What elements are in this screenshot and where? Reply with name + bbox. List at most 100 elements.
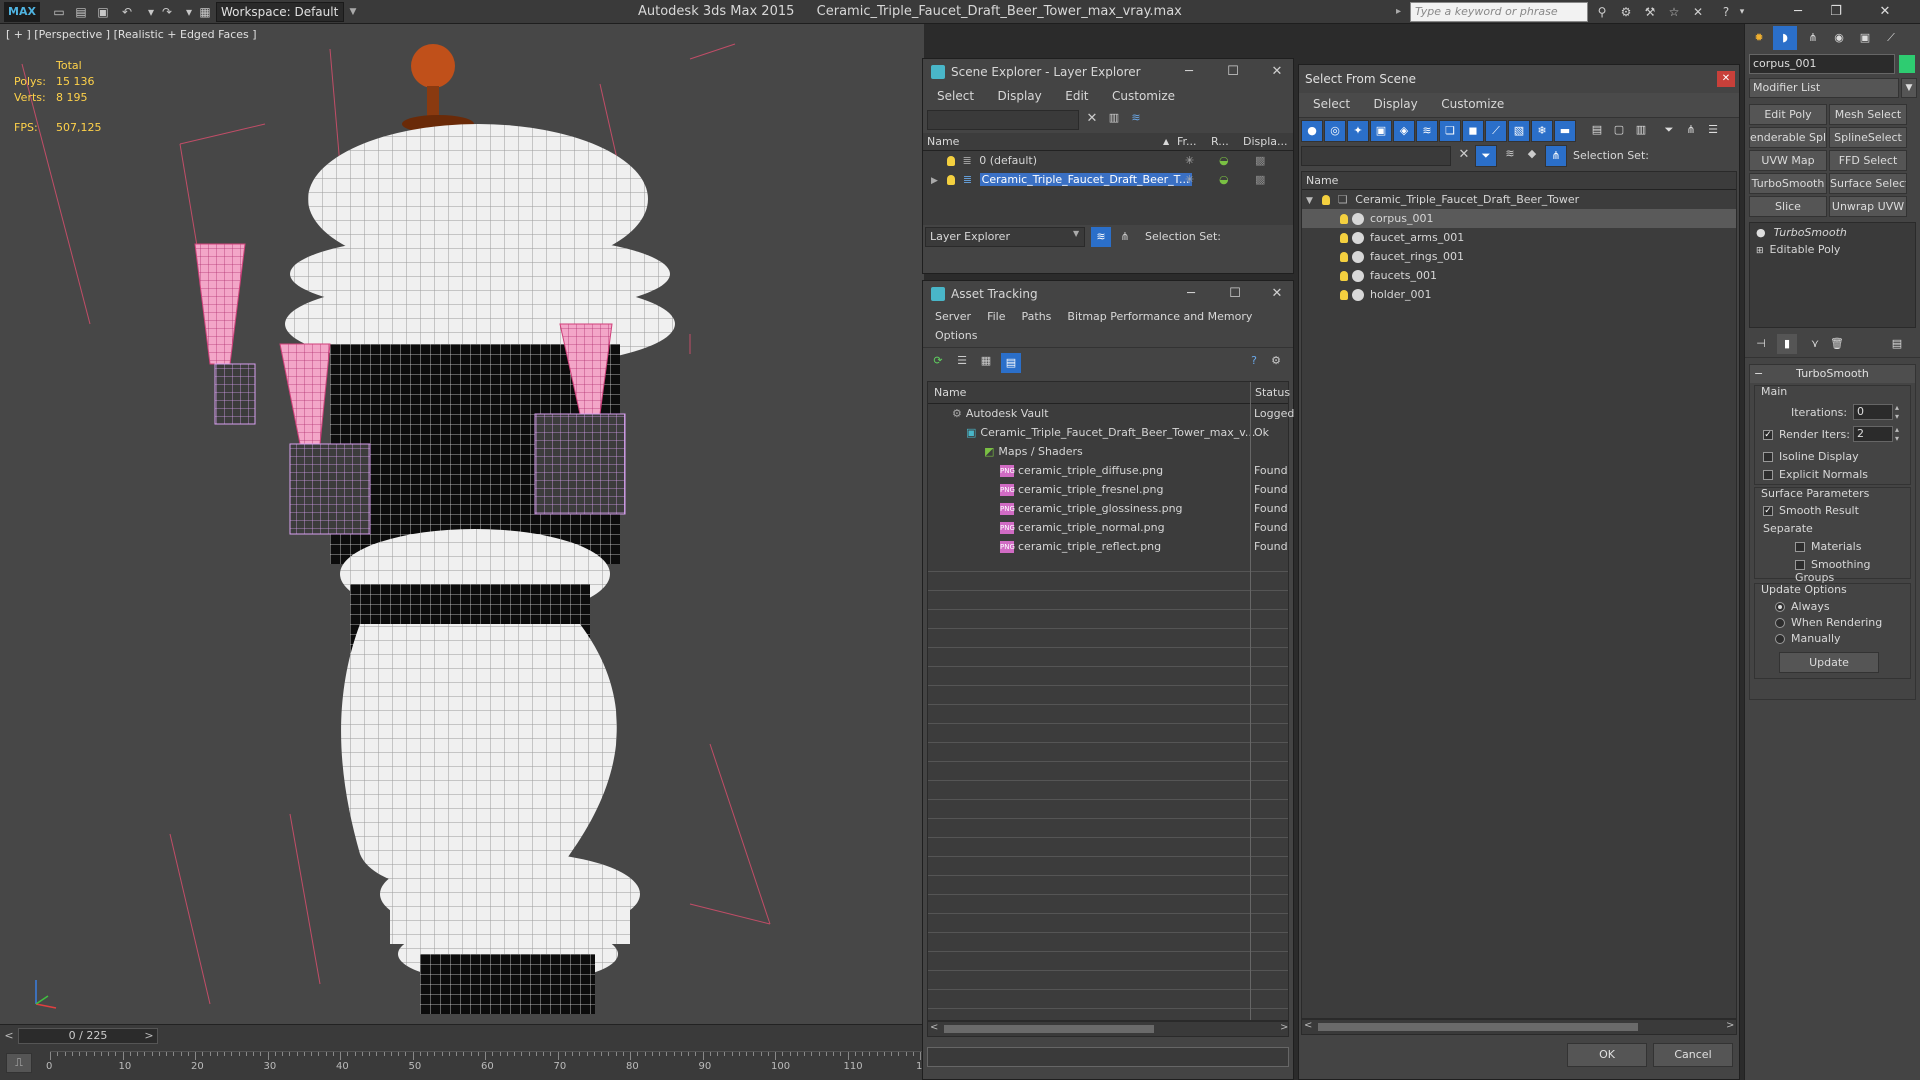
table-view-icon[interactable]: ▤ xyxy=(1001,353,1021,373)
menu-select[interactable]: Select xyxy=(1303,93,1360,115)
ok-button[interactable]: OK xyxy=(1567,1043,1647,1067)
list-item[interactable]: holder_001 xyxy=(1302,285,1736,304)
col-status[interactable]: Status xyxy=(1250,382,1290,404)
light-bulb-icon[interactable] xyxy=(1340,252,1348,262)
menu-edit[interactable]: Edit xyxy=(1055,85,1098,107)
unwrap-uvw-button[interactable]: Unwrap UVW xyxy=(1829,196,1907,217)
cancel-button[interactable]: Cancel xyxy=(1653,1043,1733,1067)
menu-customize[interactable]: Customize xyxy=(1102,85,1185,107)
explicit-normals-checkbox[interactable] xyxy=(1763,470,1773,480)
edit-poly-button[interactable]: Edit Poly xyxy=(1749,104,1827,125)
search-arrow-icon[interactable]: ▸ xyxy=(1396,4,1406,20)
asset-status-field[interactable] xyxy=(927,1047,1289,1067)
collapse-icon[interactable]: ▼ xyxy=(1306,196,1313,206)
when-rendering-radio[interactable] xyxy=(1775,618,1785,628)
rollout-header[interactable]: − TurboSmooth xyxy=(1750,365,1915,383)
motion-tab-icon[interactable]: ◉ xyxy=(1827,26,1851,50)
minimize-icon[interactable]: ─ xyxy=(1173,59,1205,85)
chevron-down-icon[interactable]: ▼ xyxy=(1901,78,1917,98)
modifier-list-dropdown[interactable]: Modifier List xyxy=(1749,78,1899,98)
col-name[interactable]: Name xyxy=(927,133,959,151)
table-row[interactable]: ⚙ Autodesk Vault Logged xyxy=(928,404,1294,423)
list-item[interactable]: faucet_rings_001 xyxy=(1302,247,1736,266)
prev-frame-icon[interactable]: < xyxy=(2,1028,16,1044)
sort-arrow-icon[interactable]: ▲ xyxy=(1163,133,1169,151)
open-file-icon[interactable]: ▤ xyxy=(72,3,90,21)
list-item[interactable]: faucet_arms_001 xyxy=(1302,228,1736,247)
list-item[interactable]: ▼ ❏ Ceramic_Triple_Faucet_Draft_Beer_Tow… xyxy=(1302,190,1736,209)
scroll-right-icon[interactable]: > xyxy=(1726,1020,1734,1031)
thumbnail-view-icon[interactable]: ▦ xyxy=(977,354,995,372)
filter-icon[interactable]: ▥ xyxy=(1105,111,1123,129)
list-item[interactable]: corpus_001 xyxy=(1302,209,1736,228)
help-icon[interactable]: ? xyxy=(1716,3,1736,21)
display-none-icon[interactable]: ▢ xyxy=(1611,123,1627,139)
stack-item-turbosmooth[interactable]: ● TurboSmooth xyxy=(1750,223,1915,242)
undo-icon[interactable]: ↶ xyxy=(118,3,136,21)
smooth-result-checkbox[interactable]: ✓ xyxy=(1763,506,1773,516)
hierarchy-icon[interactable]: ⋔ xyxy=(1115,227,1135,247)
connect-icon[interactable]: ⚙ xyxy=(1616,3,1636,21)
mesh-select-button[interactable]: Mesh Select xyxy=(1829,104,1907,125)
scroll-thumb[interactable] xyxy=(1318,1023,1638,1031)
maximize-icon[interactable]: ☐ xyxy=(1219,281,1251,307)
hierarchy-tab-icon[interactable]: ⋔ xyxy=(1801,26,1825,50)
find-input[interactable] xyxy=(927,110,1079,130)
light-bulb-icon[interactable] xyxy=(1340,290,1348,300)
menu-server[interactable]: Server xyxy=(927,310,979,323)
scroll-thumb[interactable] xyxy=(944,1025,1154,1033)
uvw-map-button[interactable]: UVW Map xyxy=(1749,150,1827,171)
object-list-header[interactable]: Name xyxy=(1302,172,1736,190)
manually-radio[interactable] xyxy=(1775,634,1785,644)
turbosmooth-button[interactable]: TurboSmooth xyxy=(1749,173,1827,194)
materials-checkbox[interactable] xyxy=(1795,542,1805,552)
table-row[interactable]: ▣ Ceramic_Triple_Faucet_Draft_Beer_Tower_… xyxy=(928,423,1288,442)
render-iters-spinner[interactable]: 2 xyxy=(1853,426,1893,442)
search-input[interactable]: Type a keyword or phrase xyxy=(1410,2,1588,22)
redo-icon[interactable]: ↷ xyxy=(158,3,176,21)
select-dependents-icon[interactable]: ⋔ xyxy=(1545,145,1567,167)
light-bulb-icon[interactable] xyxy=(947,156,955,166)
configure-sets-icon[interactable]: ▤ xyxy=(1887,334,1907,354)
mini-curve-editor-icon[interactable]: ⎍ xyxy=(6,1053,32,1073)
menu-display[interactable]: Display xyxy=(1364,93,1428,115)
viewport-label[interactable]: [ + ] [Perspective ] [Realistic + Edged … xyxy=(6,28,257,41)
scroll-left-icon[interactable]: < xyxy=(930,1022,938,1033)
expand-icon[interactable]: ⊞ xyxy=(1756,246,1764,256)
col-display[interactable]: Displa... xyxy=(1243,133,1288,151)
settings-icon[interactable]: ⚙ xyxy=(1267,354,1285,372)
display-icon[interactable]: ▩ xyxy=(1255,151,1265,170)
collapse-all-icon[interactable]: ☰ xyxy=(1705,123,1721,139)
display-containers-icon[interactable]: ▧ xyxy=(1508,120,1530,142)
save-file-icon[interactable]: ▣ xyxy=(94,3,112,21)
table-row[interactable]: PNG ceramic_triple_fresnel.png Found xyxy=(928,480,1288,499)
light-bulb-icon[interactable] xyxy=(1322,195,1331,205)
menu-display[interactable]: Display xyxy=(988,85,1052,107)
time-slider[interactable]: 0 / 225 xyxy=(18,1028,158,1044)
renderable-spline-button[interactable]: enderable Splir xyxy=(1749,127,1827,148)
close-icon[interactable]: ✕ xyxy=(1860,0,1910,24)
chevron-down-icon[interactable]: ▼ xyxy=(346,2,360,22)
show-end-result-icon[interactable]: ▮ xyxy=(1777,334,1797,354)
menu-bitmap-performance[interactable]: Bitmap Performance and Memory xyxy=(1059,310,1260,323)
snowflake-icon[interactable]: ✳ xyxy=(1185,170,1194,189)
next-frame-icon[interactable]: > xyxy=(142,1028,156,1044)
layer-icon[interactable]: ≋ xyxy=(1127,111,1145,129)
app-logo[interactable]: MAX xyxy=(4,2,40,22)
layers-icon[interactable]: ◆ xyxy=(1523,147,1541,165)
layer-mode-icon[interactable]: ≋ xyxy=(1091,227,1111,247)
spline-select-button[interactable]: SplineSelect xyxy=(1829,127,1907,148)
spinner-arrows-icon[interactable]: ▴ ▾ xyxy=(1895,403,1899,421)
select-children-icon[interactable]: ≋ xyxy=(1501,147,1519,165)
exchange-icon[interactable]: ✕ xyxy=(1688,3,1708,21)
create-tab-icon[interactable]: ✹ xyxy=(1747,26,1771,50)
asset-hscrollbar[interactable]: < > xyxy=(927,1021,1289,1037)
filter-icon[interactable]: ⏷ xyxy=(1661,123,1677,139)
favorites-icon[interactable]: ☆ xyxy=(1664,3,1684,21)
minimize-icon[interactable]: ─ xyxy=(1780,0,1816,24)
subscription-icon[interactable]: ⚒ xyxy=(1640,3,1660,21)
list-item[interactable]: ▶ ≣ Ceramic_Triple_Faucet_Draft_Beer_T..… xyxy=(923,170,1293,189)
table-row[interactable]: ◩ Maps / Shaders xyxy=(928,442,1288,461)
menu-paths[interactable]: Paths xyxy=(1014,310,1060,323)
refresh-icon[interactable]: ⟳ xyxy=(929,354,947,372)
